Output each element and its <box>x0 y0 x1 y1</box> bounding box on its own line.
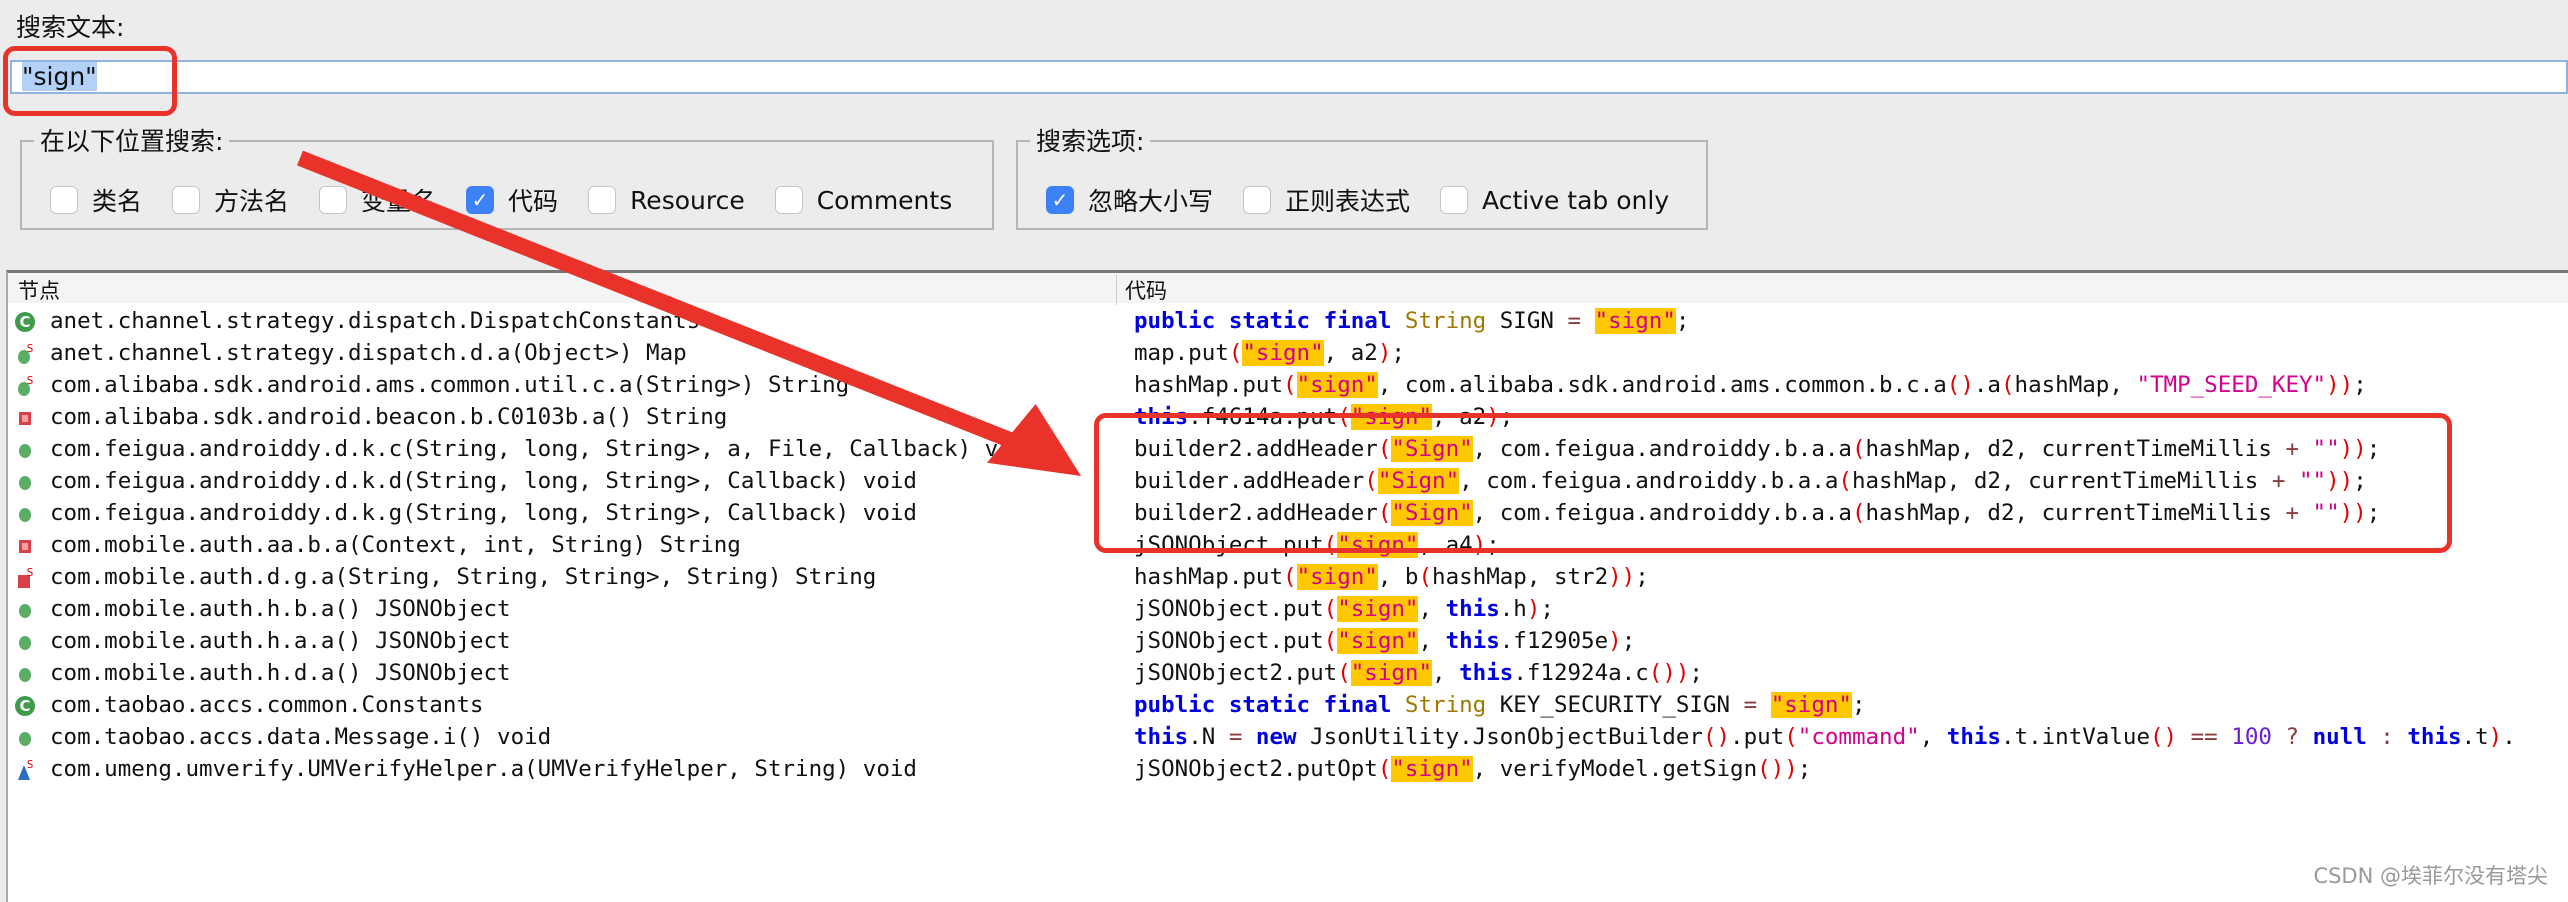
watermark: CSDN @埃菲尔没有塔尖 <box>2313 864 2548 888</box>
annotation-arrow <box>297 150 1082 477</box>
